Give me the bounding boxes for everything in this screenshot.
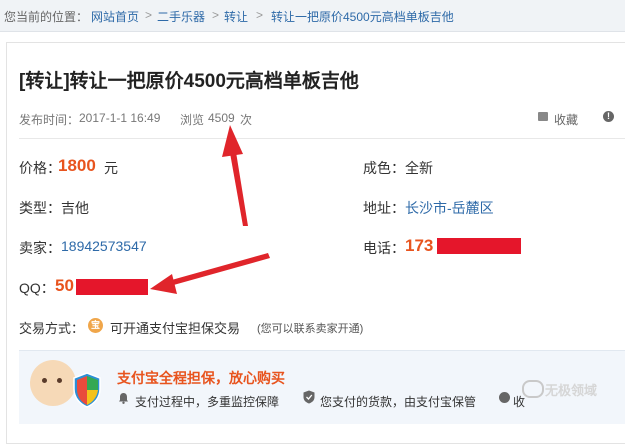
annotation-arrows — [150, 125, 270, 294]
arrow-to-views — [222, 125, 248, 226]
arrow-to-qq — [150, 253, 270, 294]
